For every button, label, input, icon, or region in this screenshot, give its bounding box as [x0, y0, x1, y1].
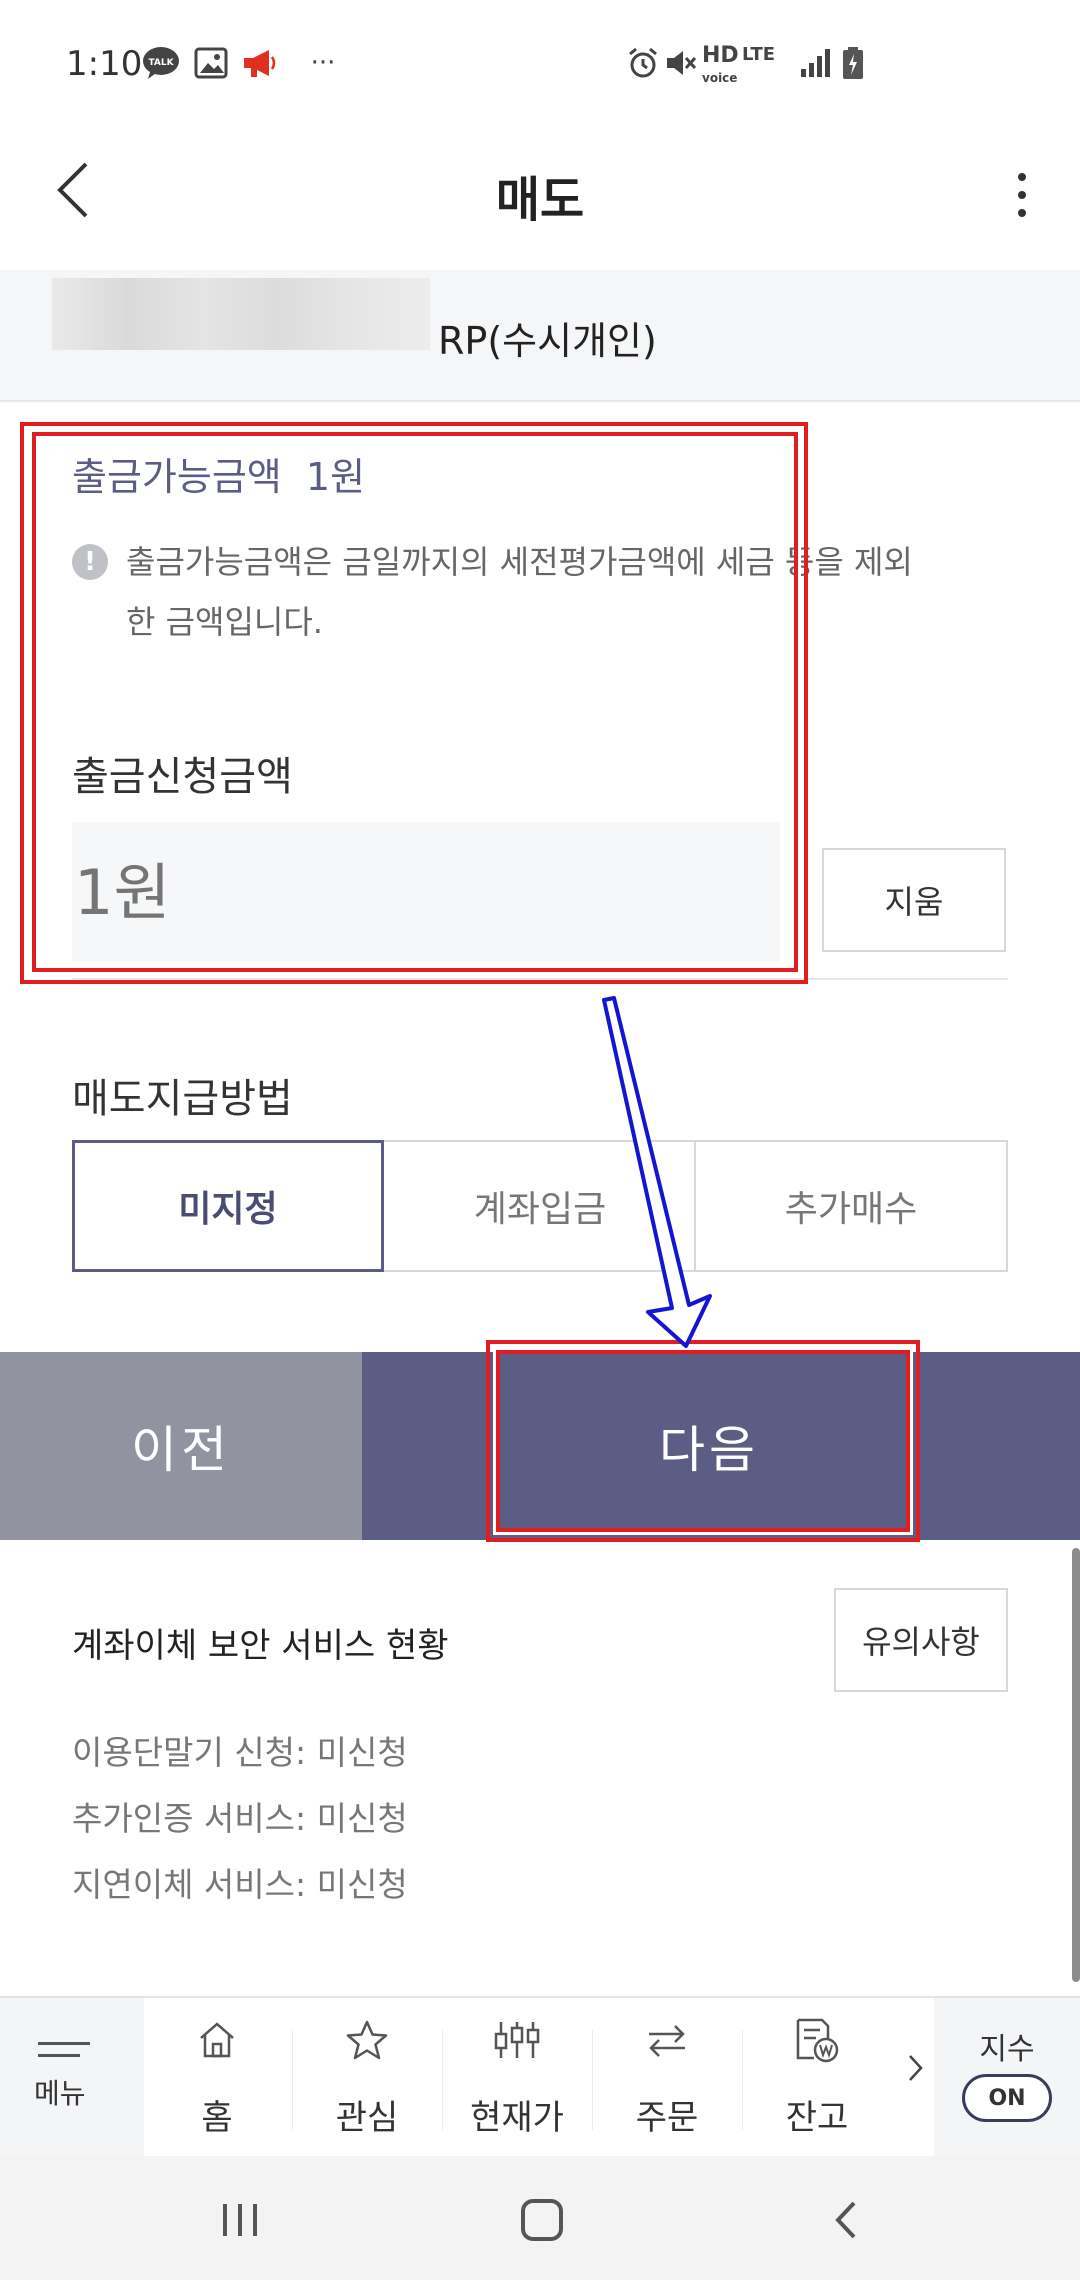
balance-icon [742, 2010, 892, 2070]
index-label: 지수 [979, 2032, 1035, 2067]
more-options-button[interactable] [1000, 160, 1044, 230]
scrollbar[interactable] [1072, 1548, 1080, 1982]
home-square-icon [521, 2199, 563, 2241]
method-option-additional-purchase[interactable]: 추가매수 [694, 1140, 1008, 1272]
payment-method-label: 매도지급방법 [72, 1076, 293, 1122]
clear-button[interactable]: 지움 [822, 848, 1006, 952]
talk-icon: TALK [142, 46, 180, 80]
annotation-next-highlight-inner [493, 1347, 913, 1535]
annotation-highlight-box-inner [29, 429, 801, 975]
home-system-button[interactable] [502, 2180, 582, 2260]
nav-order[interactable]: 주문 [592, 2010, 742, 2150]
annotation-arrow [602, 996, 712, 1348]
menu-label: 메뉴 [34, 2077, 86, 2110]
notice-button[interactable]: 유의사항 [834, 1588, 1008, 1692]
chevron-right-icon [909, 2055, 923, 2081]
signal-icon [796, 46, 834, 80]
masked-account-number [52, 278, 430, 350]
account-name: RP(수시개인) [438, 319, 657, 363]
nav-home[interactable]: 홈 [142, 2010, 292, 2150]
nav-balance[interactable]: 잔고 [742, 2010, 892, 2150]
hd-voice-icon: HD voice [702, 43, 739, 86]
system-back-button[interactable] [806, 2180, 886, 2260]
security-row-auth: 추가인증 서비스: 미신청 [72, 1799, 408, 1838]
security-row-device: 이용단말기 신청: 미신청 [72, 1733, 408, 1772]
gallery-icon [192, 46, 230, 80]
swap-icon [592, 2010, 742, 2070]
recent-apps-button[interactable] [200, 2180, 280, 2260]
candlestick-icon [442, 2010, 592, 2070]
star-icon [292, 2010, 442, 2070]
method-option-unspecified[interactable]: 미지정 [72, 1140, 384, 1272]
alarm-icon [624, 46, 662, 80]
back-chevron-icon [835, 2201, 856, 2239]
recent-apps-icon [223, 2204, 257, 2236]
more-dots-icon: ··· [310, 48, 336, 78]
megaphone-icon [240, 46, 278, 80]
lte-icon: LTE [742, 44, 776, 65]
svg-text:TALK: TALK [148, 58, 174, 68]
mute-icon [662, 46, 700, 80]
prev-button[interactable]: 이전 [0, 1352, 362, 1540]
nav-current-price[interactable]: 현재가 [442, 2010, 592, 2150]
nav-scroll-right-button[interactable] [906, 2050, 926, 2096]
security-row-delay: 지연이체 서비스: 미신청 [72, 1865, 408, 1904]
index-toggle[interactable]: ON [962, 2074, 1052, 2122]
battery-icon [834, 46, 872, 80]
security-status-title: 계좌이체 보안 서비스 현황 [72, 1626, 449, 1666]
more-vertical-icon [1018, 173, 1026, 181]
nav-watchlist[interactable]: 관심 [292, 2010, 442, 2150]
home-icon [142, 2010, 292, 2070]
status-time: 1:10 [66, 44, 143, 84]
page-title: 매도 [495, 172, 585, 228]
